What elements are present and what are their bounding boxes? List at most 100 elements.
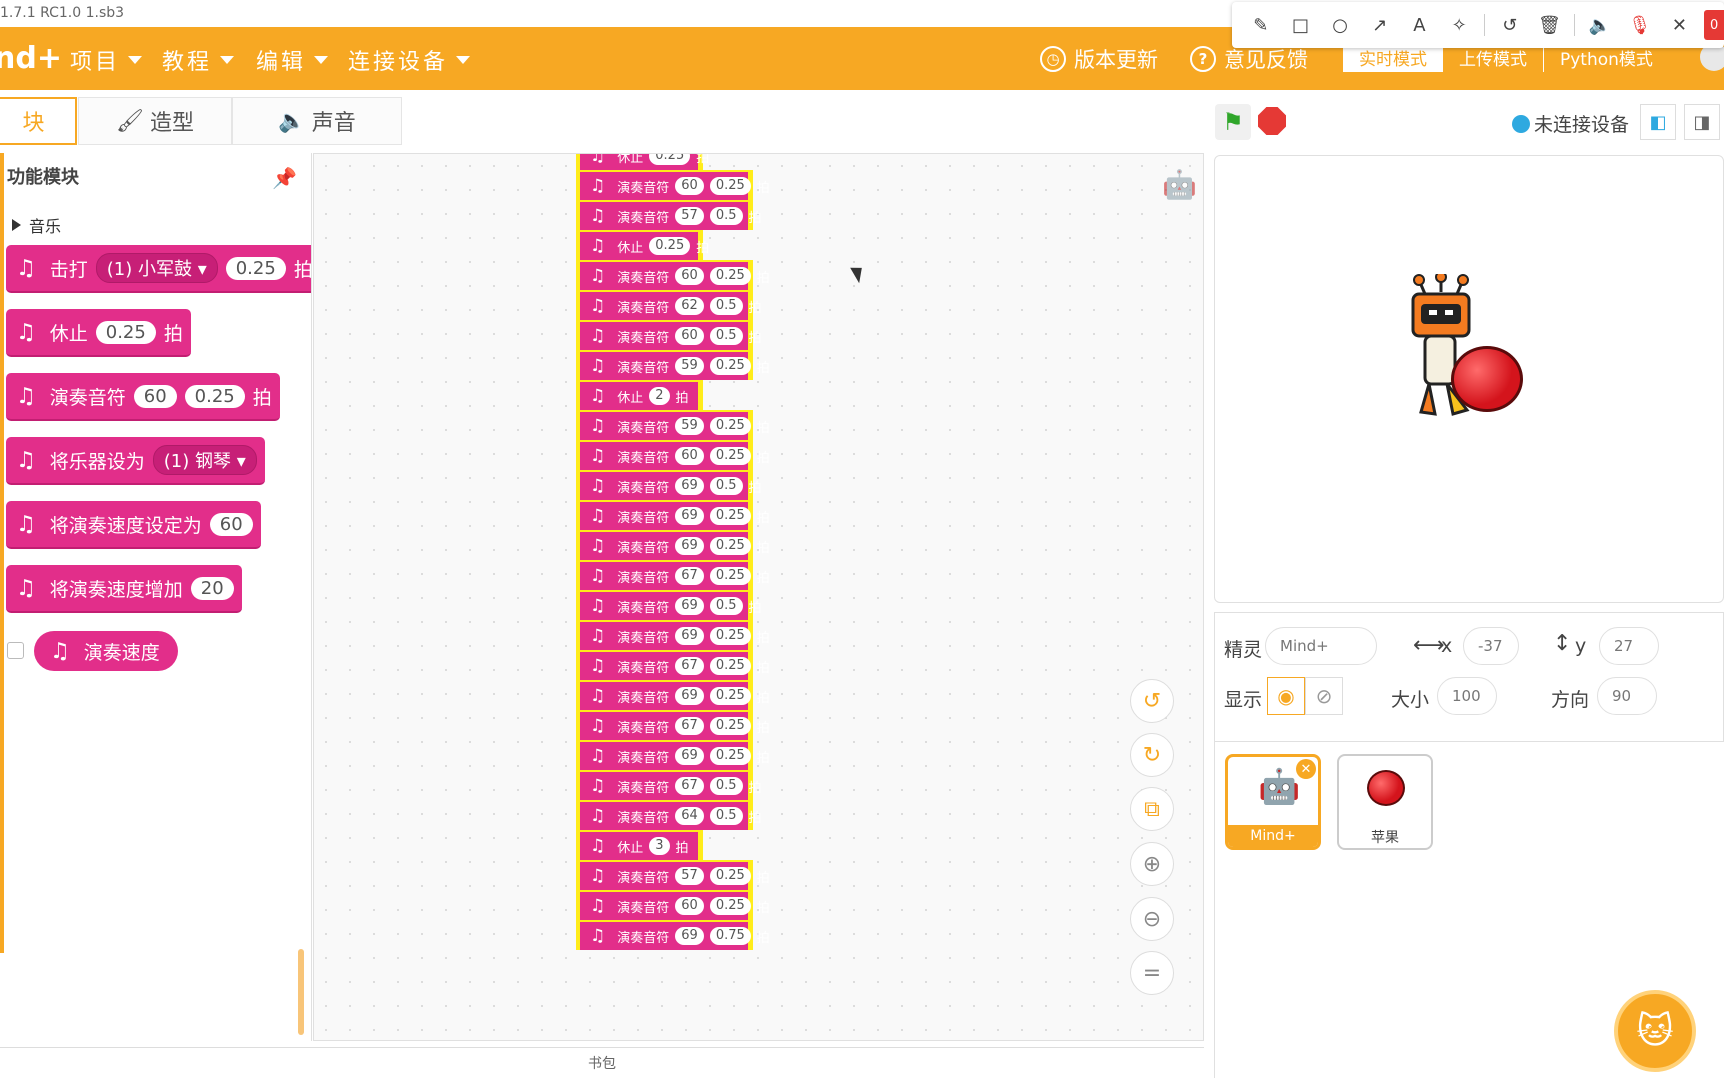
hide-button[interactable]: ⊘	[1305, 677, 1343, 715]
script-block[interactable]: ♫ 休止 3 拍	[576, 830, 703, 860]
sprite-card-mind-plus[interactable]: 🤖 ✕ Mind+	[1225, 754, 1321, 850]
block-value-input[interactable]: 69	[675, 927, 704, 945]
redo-button[interactable]: ↻	[1130, 733, 1174, 777]
sprite-card-apple[interactable]: 苹果	[1337, 754, 1433, 850]
block-value-input[interactable]: 3	[649, 837, 670, 855]
speaker-icon[interactable]: 🔈	[1585, 10, 1615, 40]
script-block[interactable]: ♫ 演奏音符 67 0.25 拍	[576, 650, 770, 680]
block-value-input[interactable]: 67	[675, 777, 704, 795]
script-block[interactable]: ♫ 演奏音符 62 0.5 拍	[576, 290, 762, 320]
script-block[interactable]: ♫ 演奏音符 69 0.25 拍	[576, 530, 770, 560]
block-value-input[interactable]: 69	[675, 687, 704, 705]
stage-canvas[interactable]	[1214, 155, 1724, 603]
tab-sounds[interactable]: 🔈 声音	[232, 97, 402, 145]
menu-edit[interactable]: 编辑	[256, 44, 329, 76]
script-block[interactable]: ♫ 休止 0.25 拍	[576, 154, 709, 170]
connection-status[interactable]: 未连接设备	[1512, 110, 1629, 137]
sprite-name-input[interactable]: Mind+	[1265, 627, 1377, 665]
x-input[interactable]: -37	[1463, 627, 1519, 665]
apple-sprite[interactable]	[1451, 346, 1523, 412]
block-value-input[interactable]: 69	[675, 597, 704, 615]
script-stack[interactable]: ♫ 休止 0.25 拍 ♫ 演奏音符 60 0.25 拍 ♫ 演奏音符 57 0.5 拍 ♫ 休止 0.25 拍 ♫…	[576, 154, 770, 950]
circle-icon[interactable]: ○	[1325, 10, 1355, 40]
block-beats-input[interactable]: 0.25	[709, 267, 751, 285]
drum-dropdown[interactable]: (1) 小军鼓 ▾	[95, 253, 218, 283]
small-stage-button[interactable]: ◧	[1640, 104, 1676, 140]
script-block[interactable]: ♫ 演奏音符 67 0.25 拍	[576, 560, 770, 590]
direction-input[interactable]: 90	[1597, 677, 1657, 715]
block-beats-input[interactable]: 0.25	[709, 627, 751, 645]
palette-scrollbar[interactable]	[298, 949, 304, 1035]
block-value-input[interactable]: 59	[675, 357, 704, 375]
zoom-in-button[interactable]: ⊕	[1130, 842, 1174, 886]
block-value-input[interactable]: 57	[675, 867, 704, 885]
reset-zoom-button[interactable]: =	[1130, 951, 1174, 995]
block-beats-input[interactable]: 0.25	[709, 177, 751, 195]
block-beats-input[interactable]: 0.75	[709, 927, 751, 945]
mic-off-icon[interactable]: 🎙	[1625, 10, 1655, 40]
beats-input[interactable]: 0.25	[225, 256, 286, 280]
block-beats-input[interactable]: 0.25	[709, 417, 751, 435]
block-beats-input[interactable]: 0.25	[709, 687, 751, 705]
tempo-monitor-checkbox[interactable]	[7, 642, 24, 659]
pin-icon[interactable]: 📌	[272, 166, 297, 190]
zoom-out-button[interactable]: ⊖	[1130, 897, 1174, 941]
tab-costumes[interactable]: 🖌 造型	[78, 97, 232, 145]
block-beats-input[interactable]: 0.5	[709, 477, 743, 495]
script-block[interactable]: ♫ 演奏音符 69 0.5 拍	[576, 590, 762, 620]
note-input[interactable]: 60	[133, 384, 177, 408]
block-value-input[interactable]: 57	[675, 207, 704, 225]
feedback-link[interactable]: ? 意见反馈	[1190, 44, 1308, 74]
reporter-tempo[interactable]: ♫ 演奏速度	[34, 631, 178, 671]
tempo-input[interactable]: 60	[209, 512, 253, 536]
block-beats-input[interactable]: 0.25	[709, 657, 751, 675]
large-stage-button[interactable]: ◨	[1684, 104, 1720, 140]
trash-icon[interactable]: 🗑	[1535, 10, 1565, 40]
text-icon[interactable]: A	[1405, 10, 1435, 40]
script-block[interactable]: ♫ 演奏音符 69 0.5 拍	[576, 470, 762, 500]
block-value-input[interactable]: 69	[675, 747, 704, 765]
delete-sprite-button[interactable]: ✕	[1296, 759, 1316, 779]
backpack-bar[interactable]: 书包	[0, 1047, 1204, 1078]
script-block[interactable]: ♫ 演奏音符 60 0.25 拍	[576, 440, 770, 470]
script-block[interactable]: ♫ 休止 2 拍	[576, 380, 703, 410]
pencil-icon[interactable]: ✎	[1246, 10, 1276, 40]
script-block[interactable]: ♫ 演奏音符 67 0.25 拍	[576, 710, 770, 740]
beats-input[interactable]: 0.25	[95, 320, 156, 344]
block-value-input[interactable]: 59	[675, 417, 704, 435]
arrow-icon[interactable]: ↗	[1365, 10, 1395, 40]
block-beats-input[interactable]: 0.25	[709, 897, 751, 915]
script-block[interactable]: ♫ 演奏音符 57 0.5 拍	[576, 200, 762, 230]
undo-icon[interactable]: ↺	[1495, 10, 1525, 40]
block-play-drum[interactable]: ♫ 击打 (1) 小军鼓 ▾ 0.25 拍	[6, 245, 311, 293]
block-value-input[interactable]: 60	[675, 267, 704, 285]
block-value-input[interactable]: 2	[649, 387, 670, 405]
block-value-input[interactable]: 60	[675, 897, 704, 915]
beats-input[interactable]: 0.25	[184, 384, 245, 408]
script-block[interactable]: ♫ 演奏音符 69 0.25 拍	[576, 620, 770, 650]
block-beats-input[interactable]: 0.25	[709, 507, 751, 525]
block-value-input[interactable]: 0.25	[649, 237, 691, 255]
show-button[interactable]: ◉	[1267, 677, 1305, 715]
block-set-tempo[interactable]: ♫ 将演奏速度设定为 60	[6, 501, 261, 549]
block-value-input[interactable]: 62	[675, 297, 704, 315]
stop-button[interactable]	[1258, 107, 1286, 135]
tempo-change-input[interactable]: 20	[190, 576, 234, 600]
block-beats-input[interactable]: 0.25	[709, 357, 751, 375]
menu-tutorial[interactable]: 教程	[162, 44, 235, 76]
block-value-input[interactable]: 67	[675, 567, 704, 585]
block-value-input[interactable]: 67	[675, 657, 704, 675]
crop-button[interactable]: ⧉	[1130, 787, 1174, 831]
record-indicator[interactable]: 0	[1704, 10, 1724, 40]
block-change-tempo[interactable]: ♫ 将演奏速度增加 20	[6, 565, 242, 613]
block-set-instrument[interactable]: ♫ 将乐器设为 (1) 钢琴 ▾	[6, 437, 265, 485]
script-block[interactable]: ♫ 演奏音符 60 0.25 拍	[576, 260, 770, 290]
magic-wand-icon[interactable]: ✧	[1444, 10, 1474, 40]
tab-blocks[interactable]: 块	[0, 97, 77, 145]
block-value-input[interactable]: 69	[675, 537, 704, 555]
block-beats-input[interactable]: 0.25	[709, 447, 751, 465]
script-block[interactable]: ♫ 演奏音符 64 0.5 拍	[576, 800, 762, 830]
block-value-input[interactable]: 69	[675, 477, 704, 495]
block-value-input[interactable]: 60	[675, 327, 704, 345]
script-block[interactable]: ♫ 演奏音符 69 0.25 拍	[576, 740, 770, 770]
